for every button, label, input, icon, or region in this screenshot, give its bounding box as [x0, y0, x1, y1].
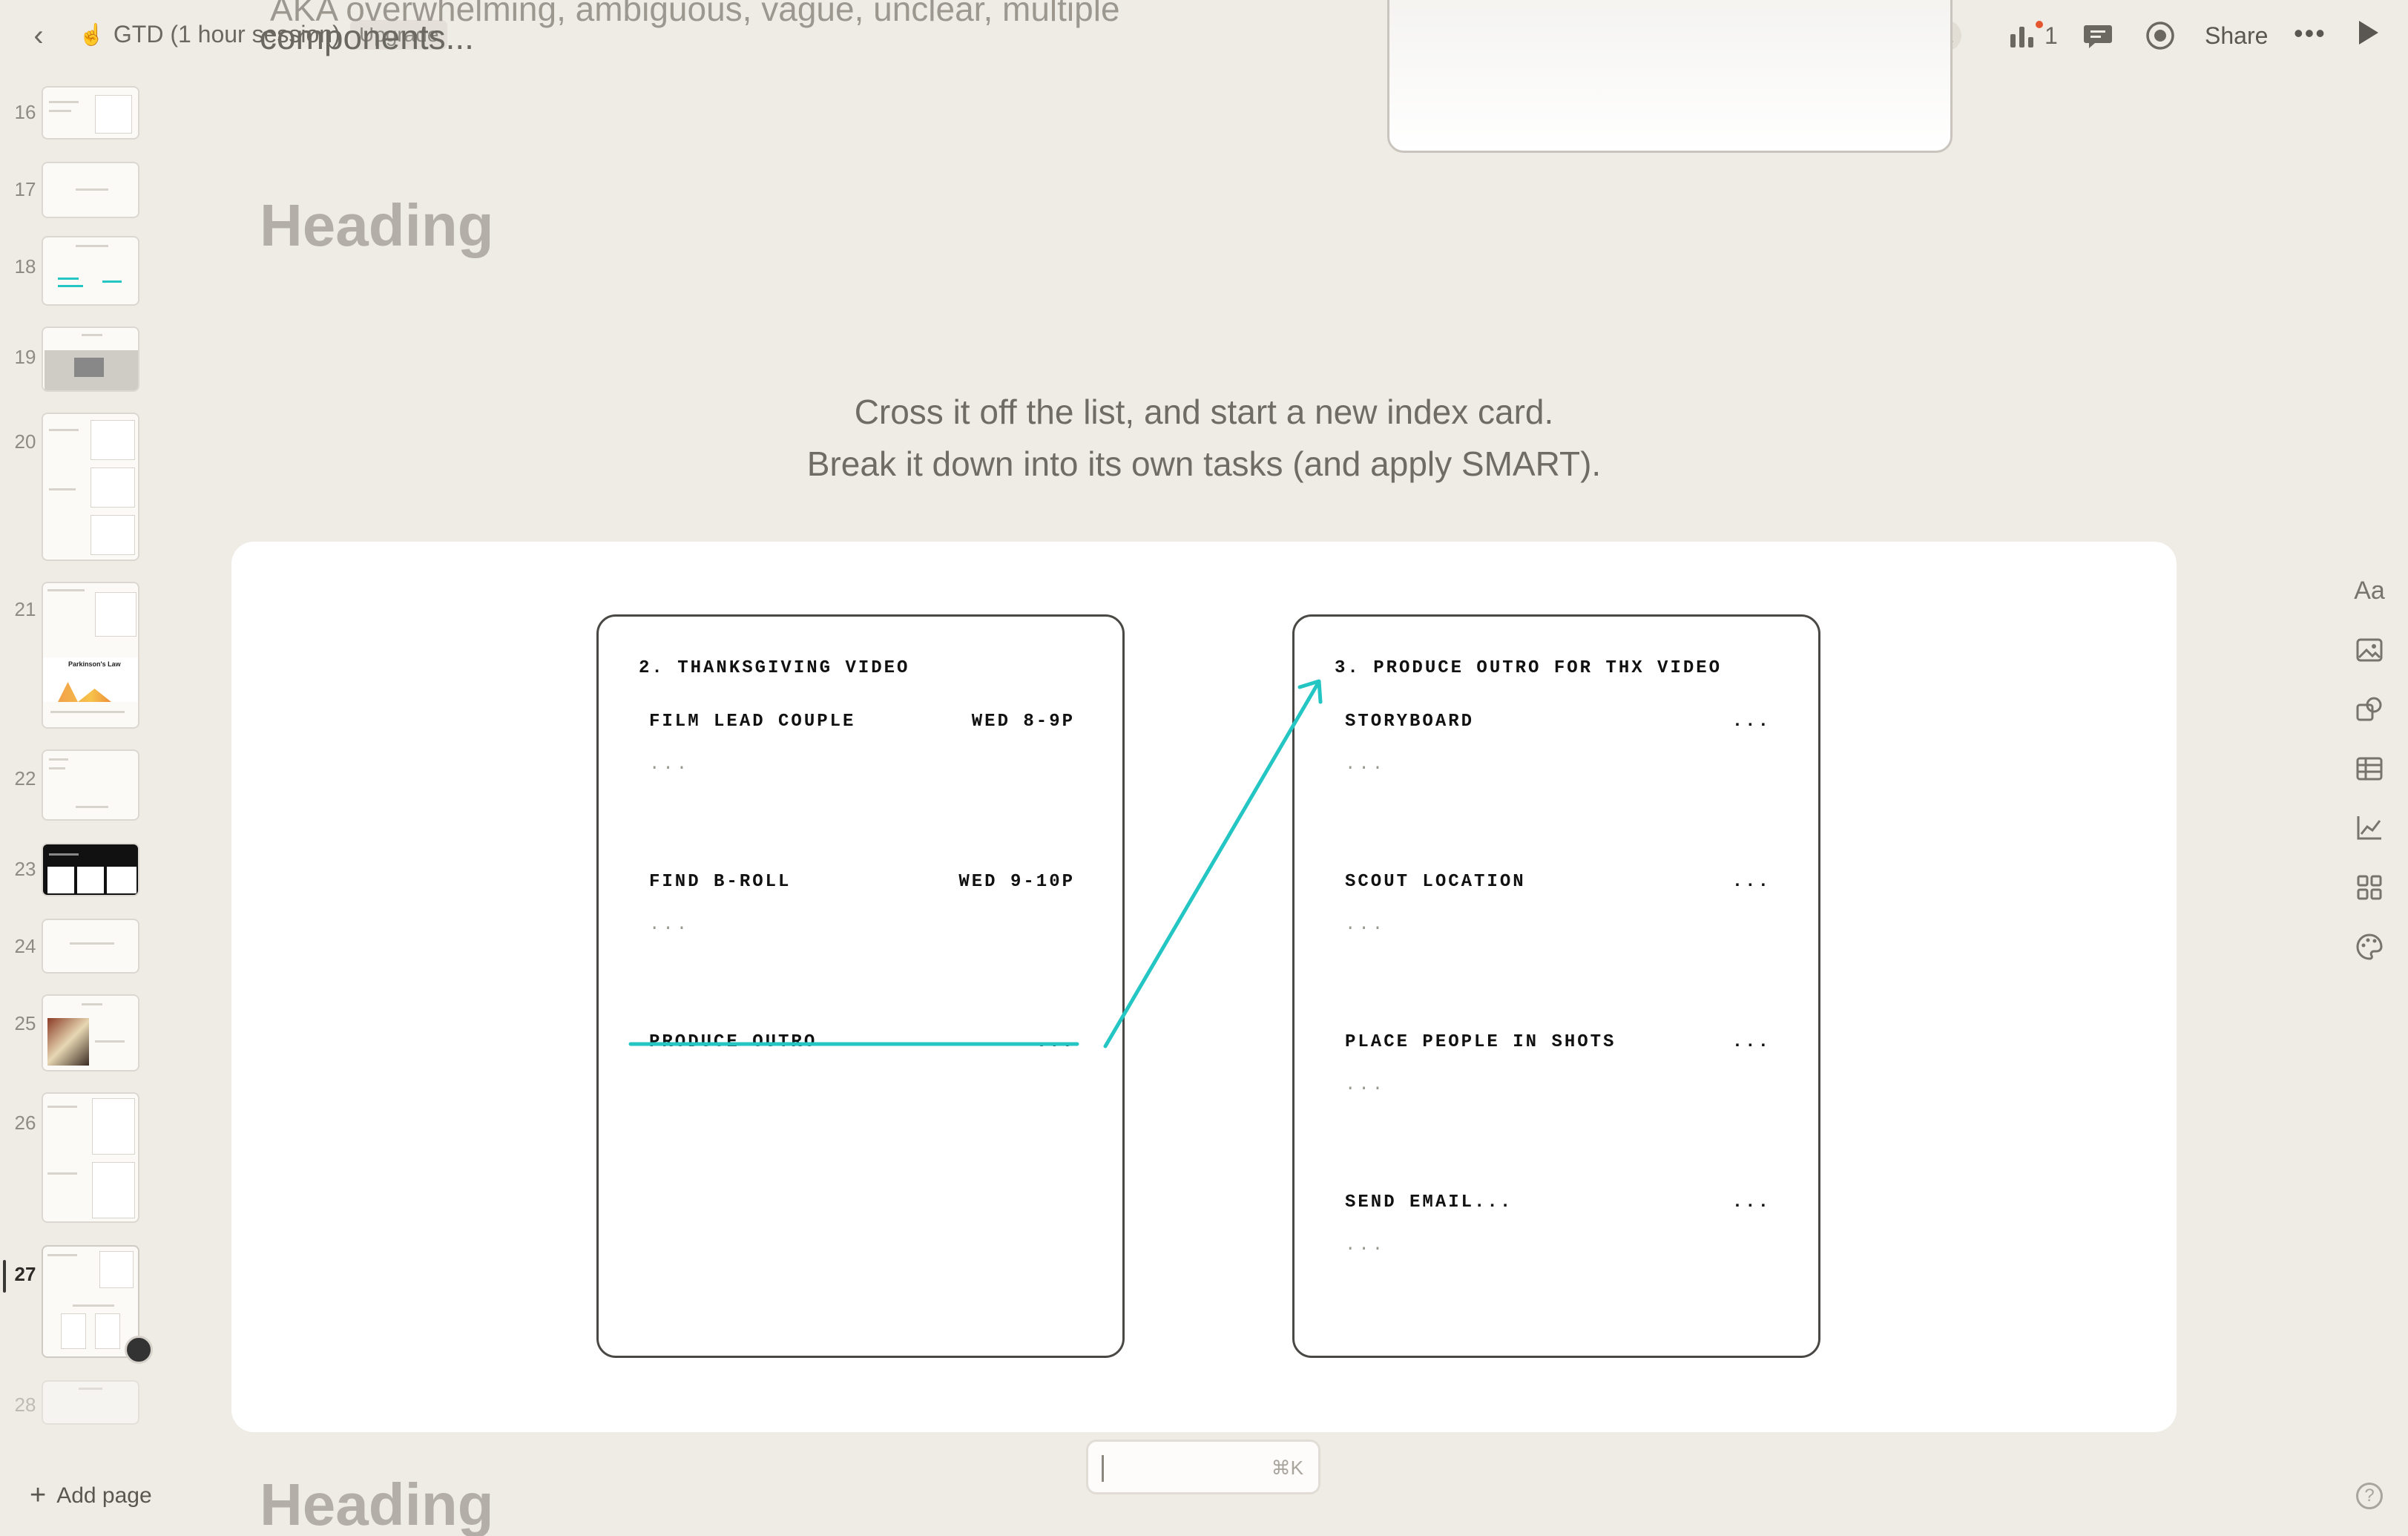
task-name: SEND EMAIL...	[1345, 1192, 1513, 1212]
share-button[interactable]: Share	[2205, 19, 2268, 52]
previous-slide-text: AKA overwhelming, ambiguous, vague, uncl…	[260, 0, 1298, 59]
plus-icon: +	[30, 1480, 47, 1511]
caption-line-2: Break it down into its own tasks (and ap…	[806, 444, 1602, 483]
thumbnail-preview[interactable]	[42, 1245, 139, 1358]
task-item-crossed-out: PRODUCE OUTRO ...	[649, 1032, 1075, 1077]
thumbnail-preview[interactable]	[42, 236, 139, 306]
chart-icon[interactable]	[2352, 810, 2387, 846]
thumbnail-preview[interactable]	[42, 326, 139, 392]
task-name: SCOUT LOCATION	[1345, 872, 1526, 892]
page-number: 17	[14, 178, 36, 200]
thumbnail-preview[interactable]	[42, 162, 139, 218]
more-options-icon[interactable]: •••	[2294, 18, 2326, 49]
help-icon[interactable]: ?	[2356, 1483, 2383, 1509]
analytics-count: 1	[2045, 22, 2058, 49]
task-item: STORYBOARD ... ...	[1345, 712, 1771, 775]
palette-icon[interactable]	[2352, 929, 2387, 965]
comment-icon[interactable]	[2082, 19, 2114, 52]
page-number: 25	[14, 1012, 36, 1034]
task-time: ...	[1036, 1032, 1075, 1052]
add-page-button[interactable]: + Add page	[30, 1480, 152, 1512]
task-item: FILM LEAD COUPLE WED 8-9P ...	[649, 712, 1075, 775]
task-name: PLACE PEOPLE IN SHOTS	[1345, 1032, 1616, 1052]
page-number: 28	[14, 1394, 36, 1416]
index-card-produce-outro: 3. PRODUCE OUTRO FOR THX VIDEO STORYBOAR…	[1292, 614, 1820, 1358]
thumbnail-preview[interactable]: Parkinson's Law	[42, 582, 139, 729]
index-cards-panel[interactable]	[231, 542, 2177, 1432]
thumbnail-preview[interactable]	[42, 994, 139, 1071]
slide-heading[interactable]: Heading	[260, 191, 494, 260]
task-name: FILM LEAD COUPLE	[649, 712, 856, 732]
task-time: ...	[1731, 1192, 1771, 1212]
task-name: FIND B-ROLL	[649, 872, 792, 892]
page-number: 18	[14, 255, 36, 278]
thumbnail-preview[interactable]	[42, 413, 139, 561]
analytics-button[interactable]: 1	[2007, 18, 2058, 53]
thumbnail-preview[interactable]	[42, 749, 139, 821]
caption-line-1: Cross it off the list, and start a new i…	[854, 393, 1554, 431]
next-slide-heading[interactable]: Heading	[260, 1471, 494, 1536]
task-name: STORYBOARD	[1345, 712, 1475, 732]
card-title: 3. PRODUCE OUTRO FOR THX VIDEO	[1335, 658, 1723, 678]
thumbnail-preview[interactable]	[42, 1380, 139, 1425]
task-item: SCOUT LOCATION ... ...	[1345, 872, 1771, 935]
bar-chart-icon	[2010, 27, 2033, 47]
task-item: FIND B-ROLL WED 9-10P ...	[649, 872, 1075, 935]
thumbnail-preview[interactable]	[42, 843, 139, 896]
pointing-hand-emoji: ☝	[79, 23, 105, 46]
record-icon[interactable]	[2144, 19, 2177, 52]
add-page-label: Add page	[56, 1483, 152, 1508]
task-name: PRODUCE OUTRO	[649, 1032, 818, 1052]
index-card-thanksgiving-video: 2. THANKSGIVING VIDEO FILM LEAD COUPLE W…	[596, 614, 1125, 1358]
text-caret	[1102, 1455, 1104, 1482]
task-time: ...	[1731, 872, 1771, 892]
page-number: 27	[14, 1263, 36, 1285]
thumbnail-preview[interactable]	[42, 919, 139, 974]
page-number: 23	[14, 858, 36, 880]
task-note: ...	[1345, 755, 1386, 775]
page-number: 19	[14, 346, 36, 368]
task-item: SEND EMAIL... ... ...	[1345, 1192, 1771, 1256]
card-title: 2. THANKSGIVING VIDEO	[639, 658, 910, 678]
page-number: 26	[14, 1112, 36, 1134]
task-note: ...	[1345, 1235, 1386, 1256]
task-time: ...	[1731, 1032, 1771, 1052]
page-number: 20	[14, 430, 36, 453]
thumbnail-preview[interactable]	[42, 1092, 139, 1223]
page-number: 22	[14, 767, 36, 790]
task-time: WED 8-9P	[971, 712, 1075, 732]
task-time: ...	[1731, 712, 1771, 732]
page-thumbnails-sidebar: 16 17 18 19 20 21 Parkinson's Law 22 23 …	[0, 71, 156, 1481]
page-number: 21	[14, 598, 36, 620]
page-number: 24	[14, 935, 36, 957]
slide-caption[interactable]: Cross it off the list, and start a new i…	[519, 386, 1889, 490]
back-arrow-icon[interactable]: ‹	[22, 16, 55, 55]
apps-icon[interactable]	[2352, 870, 2387, 905]
task-time: WED 9-10P	[958, 872, 1075, 892]
table-icon[interactable]	[2352, 751, 2387, 787]
command-input[interactable]: ⌘K	[1086, 1440, 1320, 1494]
page-number: 16	[14, 101, 36, 123]
present-play-icon[interactable]	[2359, 21, 2378, 45]
task-item: PLACE PEOPLE IN SHOTS ... ...	[1345, 1032, 1771, 1095]
previous-image-card	[1387, 0, 1953, 153]
text-icon[interactable]: Aa	[2352, 573, 2387, 608]
thumbnail-title: Parkinson's Law	[68, 660, 121, 668]
thumbnail-preview[interactable]	[42, 86, 139, 140]
shapes-icon[interactable]	[2352, 692, 2387, 727]
task-note: ...	[649, 755, 691, 775]
image-icon[interactable]	[2352, 632, 2387, 668]
keyboard-shortcut-hint: ⌘K	[1271, 1457, 1303, 1479]
task-note: ...	[649, 915, 691, 935]
task-note: ...	[1345, 1075, 1386, 1095]
active-page-indicator	[3, 1260, 6, 1293]
viewer-avatar	[125, 1336, 153, 1364]
notification-dot	[2036, 21, 2043, 28]
previous-slide-line-1: AKA overwhelming, ambiguous, vague, uncl…	[270, 0, 1120, 28]
task-note: ...	[1345, 915, 1386, 935]
